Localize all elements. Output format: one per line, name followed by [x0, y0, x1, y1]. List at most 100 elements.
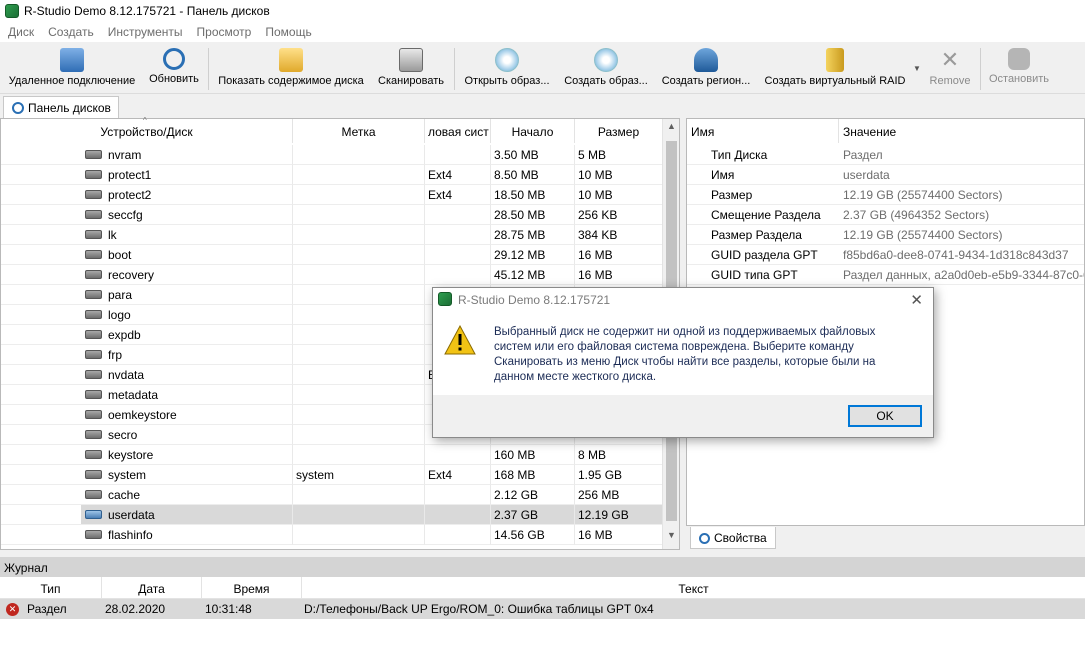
tab-properties[interactable]: Свойства [690, 527, 776, 549]
property-value: userdata [839, 165, 1084, 185]
cell-label [293, 425, 425, 445]
column-header-size[interactable]: Размер [575, 119, 663, 143]
journal-row[interactable]: ✕ Раздел 28.02.2020 10:31:48 D:/Телефоны… [0, 599, 1085, 619]
cell-name: cache [1, 485, 293, 505]
property-row[interactable]: Имя userdata [687, 165, 1084, 185]
stop-button[interactable]: Остановить [986, 46, 1052, 94]
journal-column-date[interactable]: Дата [102, 577, 202, 599]
create-image-button[interactable]: Создать образ... [560, 46, 652, 94]
remove-button[interactable]: ✕ Remove [926, 46, 974, 94]
journal-column-text[interactable]: Текст [302, 577, 1085, 599]
drive-icon [85, 450, 102, 459]
table-row[interactable]: keystore 160 MB 8 MB [1, 445, 663, 465]
property-row[interactable]: Тип Диска Раздел [687, 145, 1084, 165]
cell-size: 10 MB [575, 185, 663, 205]
table-row[interactable]: protect2 Ext4 18.50 MB 10 MB [1, 185, 663, 205]
scan-icon [399, 48, 423, 72]
menu-view[interactable]: Просмотр [189, 22, 258, 39]
property-row[interactable]: GUID раздела GPT f85bd6a0-dee8-0741-9434-… [687, 245, 1084, 265]
table-row[interactable]: seccfg 28.50 MB 256 KB [1, 205, 663, 225]
cell-start: 160 MB [491, 445, 575, 465]
cell-size: 12.19 GB [575, 505, 663, 525]
table-row[interactable]: boot 29.12 MB 16 MB [1, 245, 663, 265]
cell-name: system [1, 465, 293, 485]
raid-dropdown-arrow-icon[interactable]: ▼ [913, 64, 921, 73]
journal-column-type[interactable]: Тип [0, 577, 102, 599]
cell-size: 5 MB [575, 145, 663, 165]
property-value: f85bd6a0-dee8-0741-9434-1d318c843d37 [839, 245, 1084, 265]
table-row[interactable]: nvram 3.50 MB 5 MB [1, 145, 663, 165]
menu-bar: Диск Создать Инструменты Просмотр Помощь [0, 22, 1085, 42]
property-row[interactable]: GUID типа GPT Раздел данных, a2a0d0eb-e5b… [687, 265, 1084, 285]
create-region-button[interactable]: Создать регион... [658, 46, 754, 94]
property-row[interactable]: Смещение Раздела 2.37 GB (4964352 Sectors… [687, 205, 1084, 225]
remote-connect-button[interactable]: Удаленное подключение [6, 46, 138, 94]
table-row[interactable]: cache 2.12 GB 256 MB [1, 485, 663, 505]
warning-icon [444, 325, 476, 355]
scan-button[interactable]: Сканировать [374, 46, 448, 94]
open-image-icon [495, 48, 519, 72]
table-row[interactable]: flashinfo 14.56 GB 16 MB [1, 525, 663, 545]
prop-column-name[interactable]: Имя [687, 119, 839, 143]
table-row[interactable]: recovery 45.12 MB 16 MB [1, 265, 663, 285]
table-row[interactable]: protect1 Ext4 8.50 MB 10 MB [1, 165, 663, 185]
menu-create[interactable]: Создать [40, 22, 100, 39]
cell-label [293, 245, 425, 265]
scroll-down-icon[interactable]: ▼ [663, 530, 680, 548]
column-header-label[interactable]: Метка [293, 119, 425, 143]
table-row[interactable]: system system Ext4 168 MB 1.95 GB [1, 465, 663, 485]
drive-icon [85, 370, 102, 379]
create-image-icon [594, 48, 618, 72]
refresh-button[interactable]: Обновить [146, 46, 202, 94]
remote-computer-icon [60, 48, 84, 72]
show-disk-contents-button[interactable]: Показать содержимое диска [216, 46, 366, 94]
cell-fs [425, 225, 491, 245]
journal-column-time[interactable]: Время [202, 577, 302, 599]
property-name: GUID раздела GPT [687, 245, 839, 265]
drive-icon [85, 490, 102, 499]
drive-icon [85, 230, 102, 239]
journal-text: D:/Телефоны/Back UP Ergo/ROM_0: Ошибка т… [304, 602, 654, 616]
table-row[interactable]: userdata 2.37 GB 12.19 GB [1, 505, 663, 525]
property-row[interactable]: Размер Раздела 12.19 GB (25574400 Sectors… [687, 225, 1084, 245]
drive-icon [85, 470, 102, 479]
cell-start: 2.12 GB [491, 485, 575, 505]
create-virtual-raid-button[interactable]: Создать виртуальный RAID [760, 46, 910, 94]
journal-log: Тип Дата Время Текст ✕ Раздел 28.02.2020… [0, 577, 1085, 645]
toolbar-separator [980, 48, 981, 90]
tab-disk-panel[interactable]: Панель дисков [3, 96, 119, 119]
prop-column-value[interactable]: Значение [839, 119, 1084, 143]
menu-disk[interactable]: Диск [0, 22, 40, 39]
cell-label [293, 345, 425, 365]
table-row[interactable]: lk 28.75 MB 384 KB [1, 225, 663, 245]
drive-icon [85, 170, 102, 179]
property-name: Смещение Раздела [687, 205, 839, 225]
scroll-up-icon[interactable]: ▲ [663, 121, 680, 139]
column-header-device[interactable]: Устройство/Диск ^ [1, 116, 293, 143]
dialog-message: Выбранный диск не содержит ни одной из п… [494, 326, 876, 383]
cell-start: 8.50 MB [491, 165, 575, 185]
cell-name: nvram [1, 145, 293, 165]
cell-name: recovery [1, 265, 293, 285]
cell-fs [425, 245, 491, 265]
dialog-footer: OK [433, 395, 933, 437]
ok-button[interactable]: OK [848, 405, 922, 427]
property-row[interactable]: Размер 12.19 GB (25574400 Sectors) [687, 185, 1084, 205]
cell-fs [425, 445, 491, 465]
cell-name: secro [1, 425, 293, 445]
drive-icon [85, 510, 102, 519]
drive-icon [85, 270, 102, 279]
menu-help[interactable]: Помощь [257, 22, 317, 39]
menu-tools[interactable]: Инструменты [100, 22, 189, 39]
cell-size: 16 MB [575, 245, 663, 265]
open-image-button[interactable]: Открыть образ... [460, 46, 554, 94]
title-bar: R-Studio Demo 8.12.175721 - Панель диско… [0, 0, 1085, 22]
drive-icon [85, 210, 102, 219]
drive-icon [85, 190, 102, 199]
column-header-start[interactable]: Начало [491, 119, 575, 143]
cell-label [293, 265, 425, 285]
close-icon[interactable]: ✕ [910, 291, 923, 309]
cell-name: flashinfo [1, 525, 293, 545]
column-header-filesystem[interactable]: ловая сист [425, 119, 491, 143]
cell-label [293, 505, 425, 525]
